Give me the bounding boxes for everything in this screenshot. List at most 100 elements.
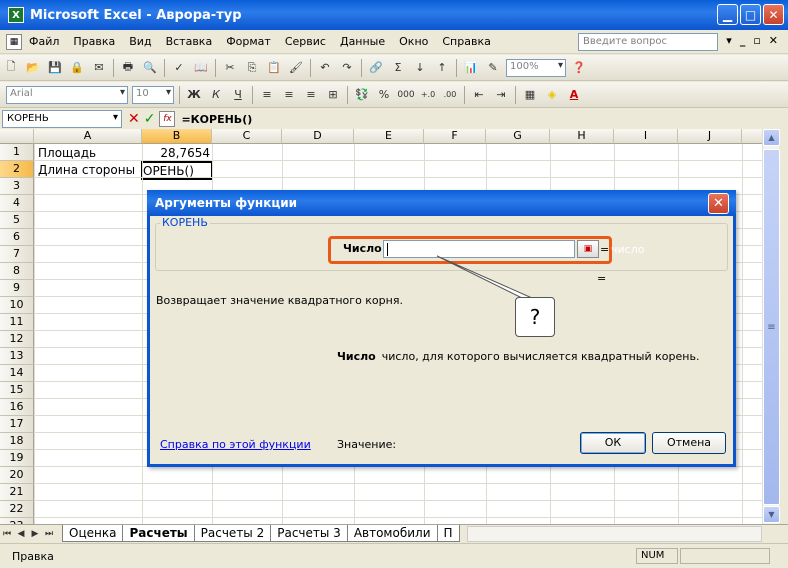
tab-p[interactable]: П — [436, 525, 460, 542]
autosum-icon[interactable]: Σ — [388, 58, 408, 78]
sort-asc-icon[interactable]: ↓ — [410, 58, 430, 78]
chart-wizard-icon[interactable]: 📊 — [461, 58, 481, 78]
preview-icon[interactable]: 🔍 — [140, 58, 160, 78]
col-header-g[interactable]: G — [486, 129, 550, 144]
doc-close-button[interactable]: ✕ — [769, 34, 778, 47]
paste-icon[interactable]: 📋 — [264, 58, 284, 78]
row-header-14[interactable]: 14 — [0, 365, 34, 382]
select-all-corner[interactable] — [0, 129, 34, 144]
row-header-15[interactable]: 15 — [0, 382, 34, 399]
row-header-12[interactable]: 12 — [0, 331, 34, 348]
horizontal-scrollbar[interactable] — [467, 526, 762, 542]
borders-icon[interactable]: ▦ — [520, 85, 540, 105]
minimize-button[interactable]: ▁ — [717, 4, 738, 25]
row-header-10[interactable]: 10 — [0, 297, 34, 314]
undo-icon[interactable]: ↶ — [315, 58, 335, 78]
decrease-decimal-icon[interactable]: .00 — [440, 85, 460, 105]
save-icon[interactable]: 💾 — [45, 58, 65, 78]
decrease-indent-icon[interactable]: ⇤ — [469, 85, 489, 105]
enter-formula-icon[interactable]: ✓ — [144, 111, 156, 127]
menu-tools[interactable]: Сервис — [278, 35, 333, 48]
row-header-9[interactable]: 9 — [0, 280, 34, 297]
hyperlink-icon[interactable]: 🔗 — [366, 58, 386, 78]
new-icon[interactable]: 🗋 — [1, 58, 21, 78]
dialog-close-button[interactable]: ✕ — [708, 193, 729, 214]
document-icon[interactable]: ▦ — [6, 33, 22, 50]
zoom-select[interactable]: 100% — [506, 58, 566, 77]
percent-button[interactable]: % — [374, 85, 394, 105]
vertical-scrollbar[interactable]: ▲ ≡ ▼ — [762, 129, 780, 524]
underline-button[interactable]: Ч — [228, 85, 248, 105]
merge-center-icon[interactable]: ⊞ — [323, 85, 343, 105]
row-header-16[interactable]: 16 — [0, 399, 34, 416]
col-header-e[interactable]: E — [354, 129, 424, 144]
align-left-icon[interactable]: ≡ — [257, 85, 277, 105]
prev-sheet-icon[interactable]: ◀ — [14, 529, 28, 539]
row-header-1[interactable]: 1 — [0, 144, 34, 161]
help-icon[interactable]: ❓ — [569, 58, 589, 78]
help-search-input[interactable]: Введите вопрос — [578, 33, 718, 51]
drawing-icon[interactable]: ✎ — [483, 58, 503, 78]
email-icon[interactable]: ✉ — [89, 58, 109, 78]
first-sheet-icon[interactable]: ⏮ — [0, 529, 14, 539]
menu-file[interactable]: Файл — [22, 35, 66, 48]
menu-data[interactable]: Данные — [333, 35, 392, 48]
ok-button[interactable]: ОК — [580, 432, 646, 454]
tab-avtomobili[interactable]: Автомобили — [346, 525, 438, 542]
row-header-3[interactable]: 3 — [0, 178, 34, 195]
fill-color-icon[interactable]: ◈ — [542, 85, 562, 105]
row-header-8[interactable]: 8 — [0, 263, 34, 280]
row-header-6[interactable]: 6 — [0, 229, 34, 246]
insert-function-icon[interactable]: fx — [159, 111, 176, 127]
row-header-4[interactable]: 4 — [0, 195, 34, 212]
currency-icon[interactable]: 💱 — [352, 85, 372, 105]
cell-a2[interactable]: Длина стороны — [38, 162, 142, 178]
tab-ocenka[interactable]: Оценка — [62, 525, 124, 542]
bold-button[interactable]: Ж — [184, 85, 204, 105]
cell-a1[interactable]: Площадь — [38, 145, 142, 161]
tab-raschety-2[interactable]: Расчеты 2 — [193, 525, 272, 542]
menu-view[interactable]: Вид — [122, 35, 158, 48]
row-header-21[interactable]: 21 — [0, 484, 34, 501]
row-header-7[interactable]: 7 — [0, 246, 34, 263]
name-box[interactable]: КОРЕНЬ — [2, 110, 122, 128]
close-button[interactable]: ✕ — [763, 4, 784, 25]
row-header-18[interactable]: 18 — [0, 433, 34, 450]
scroll-down-icon[interactable]: ▼ — [763, 506, 780, 523]
col-header-j[interactable]: J — [678, 129, 742, 144]
col-header-f[interactable]: F — [424, 129, 486, 144]
print-icon[interactable]: 🖶 — [118, 58, 138, 78]
align-right-icon[interactable]: ≡ — [301, 85, 321, 105]
help-function-link[interactable]: Справка по этой функции — [160, 438, 311, 451]
scroll-up-icon[interactable]: ▲ — [763, 129, 780, 146]
next-sheet-icon[interactable]: ▶ — [28, 529, 42, 539]
menu-insert[interactable]: Вставка — [159, 35, 220, 48]
menu-help[interactable]: Справка — [435, 35, 497, 48]
last-sheet-icon[interactable]: ⏭ — [42, 529, 56, 539]
sort-desc-icon[interactable]: ↑ — [432, 58, 452, 78]
col-header-c[interactable]: C — [212, 129, 282, 144]
col-header-i[interactable]: I — [614, 129, 678, 144]
tab-raschety[interactable]: Расчеты — [122, 525, 195, 542]
increase-decimal-icon[interactable]: +.0 — [418, 85, 438, 105]
row-header-13[interactable]: 13 — [0, 348, 34, 365]
font-select[interactable]: Arial — [6, 85, 128, 104]
open-icon[interactable]: 📂 — [23, 58, 43, 78]
row-header-22[interactable]: 22 — [0, 501, 34, 518]
cell-b1[interactable]: 28,7654 — [142, 145, 210, 161]
italic-button[interactable]: К — [206, 85, 226, 105]
dialog-title[interactable]: Аргументы функции — [147, 190, 736, 216]
align-center-icon[interactable]: ≡ — [279, 85, 299, 105]
col-header-d[interactable]: D — [282, 129, 354, 144]
increase-indent-icon[interactable]: ⇥ — [491, 85, 511, 105]
cut-icon[interactable]: ✂ — [220, 58, 240, 78]
copy-icon[interactable]: ⎘ — [242, 58, 262, 78]
col-header-a[interactable]: A — [34, 129, 142, 144]
redo-icon[interactable]: ↷ — [337, 58, 357, 78]
spelling-icon[interactable]: ✓ — [169, 58, 189, 78]
menu-window[interactable]: Окно — [392, 35, 435, 48]
row-header-19[interactable]: 19 — [0, 450, 34, 467]
row-header-11[interactable]: 11 — [0, 314, 34, 331]
permission-icon[interactable]: 🔒 — [67, 58, 87, 78]
font-color-icon[interactable]: A — [564, 85, 584, 105]
